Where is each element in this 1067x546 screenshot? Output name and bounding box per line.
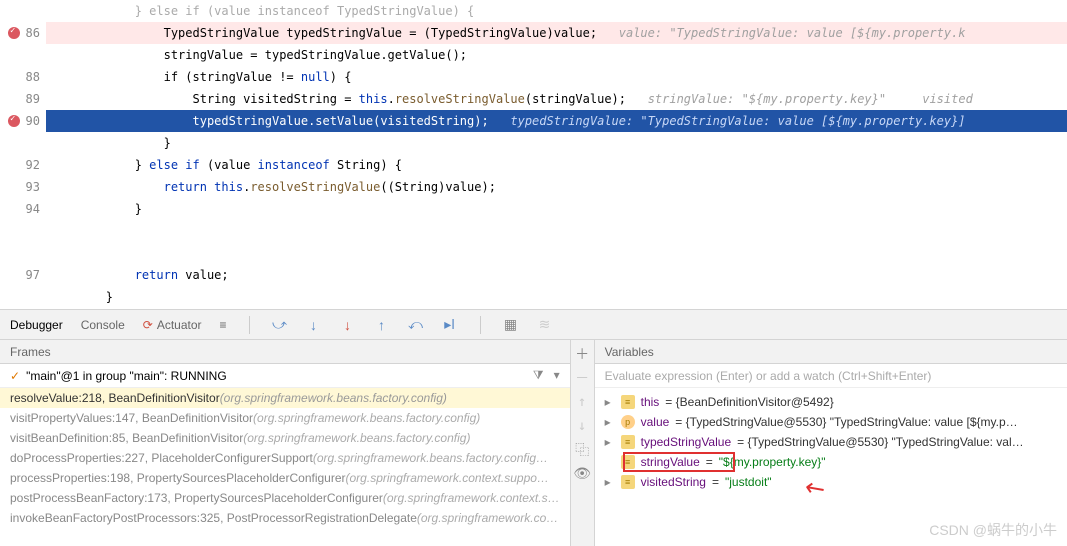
variable-row[interactable]: ▸≡visitedString = "justdoit": [595, 472, 1067, 492]
step-out-icon[interactable]: ↑: [374, 317, 390, 333]
variable-row[interactable]: ▸≡this = {BeanDefinitionVisitor@5492}: [595, 392, 1067, 412]
execution-line: typedStringValue.setValue(visitedString)…: [46, 110, 1067, 132]
code-line: [46, 220, 1067, 242]
variable-row[interactable]: ▸≡typedStringValue = {TypedStringValue@5…: [595, 432, 1067, 452]
gutter-row: 93: [0, 176, 46, 198]
debug-columns: Frames ✓"main"@1 in group "main": RUNNIN…: [0, 340, 1067, 546]
gutter-row: [0, 132, 46, 154]
force-step-into-icon[interactable]: ↓: [340, 317, 356, 333]
variables-header: Variables: [595, 340, 1067, 364]
breakpoint-icon[interactable]: [8, 115, 20, 127]
code-line: }: [46, 132, 1067, 154]
gutter-row: 92: [0, 154, 46, 176]
code-area[interactable]: } else if (value instanceof TypedStringV…: [46, 0, 1067, 309]
watches-icon[interactable]: 👁: [574, 466, 590, 482]
gutter-row: 86: [0, 22, 46, 44]
frame-list[interactable]: resolveValue:218, BeanDefinitionVisitor …: [0, 388, 570, 546]
thread-selector[interactable]: ✓"main"@1 in group "main": RUNNING ⧩ ▾: [0, 364, 570, 388]
frames-column: Frames ✓"main"@1 in group "main": RUNNIN…: [0, 340, 571, 546]
trace-icon[interactable]: ≋: [537, 317, 553, 333]
copy-icon[interactable]: ⿻: [574, 442, 590, 458]
code-line: } else if (value instanceof String) {: [46, 154, 1067, 176]
frames-header: Frames: [0, 340, 570, 364]
code-line: TypedStringValue typedStringValue = (Typ…: [46, 22, 1067, 44]
gutter-row: [0, 242, 46, 264]
tab-actuator[interactable]: ⟳Actuator: [143, 318, 202, 332]
tab-more[interactable]: ≡: [220, 318, 227, 332]
gutter-row: 97: [0, 264, 46, 286]
evaluate-icon[interactable]: ▦: [503, 317, 519, 333]
check-icon: ✓: [10, 369, 20, 383]
breakpoint-icon[interactable]: [8, 27, 20, 39]
stack-frame[interactable]: visitBeanDefinition:85, BeanDefinitionVi…: [0, 428, 570, 448]
code-line: [46, 242, 1067, 264]
code-line: }: [46, 286, 1067, 308]
watermark: CSDN @蜗牛的小牛: [929, 520, 1057, 540]
vars-sidebar: ＋ － ↑ ↓ ⿻ 👁: [571, 340, 595, 546]
code-line: return this.resolveStringValue((String)v…: [46, 176, 1067, 198]
variable-row[interactable]: ≡stringValue = "${my.property.key}": [595, 452, 1067, 472]
remove-watch-icon[interactable]: －: [574, 370, 590, 386]
code-line: stringValue = typedStringValue.getValue(…: [46, 44, 1067, 66]
stack-frame[interactable]: invokeBeanFactoryPostProcessors:325, Pos…: [0, 508, 570, 528]
gutter-row: [0, 44, 46, 66]
gutter-row: [0, 0, 46, 22]
dropdown-icon[interactable]: ▾: [554, 368, 560, 383]
debug-panel: Debugger Console ⟳Actuator ≡ ⤻ ↓ ↓ ↑ ⤺ ▸…: [0, 310, 1067, 546]
tab-console[interactable]: Console: [81, 318, 125, 332]
stack-frame[interactable]: postProcessBeanFactory:173, PropertySour…: [0, 488, 570, 508]
gutter-row: [0, 286, 46, 308]
code-line: if (stringValue != null) {: [46, 66, 1067, 88]
stack-frame[interactable]: visitPropertyValues:147, BeanDefinitionV…: [0, 408, 570, 428]
stack-frame[interactable]: resolveValue:218, BeanDefinitionVisitor …: [0, 388, 570, 408]
tab-debugger[interactable]: Debugger: [10, 318, 63, 332]
code-line: return value;: [46, 264, 1067, 286]
add-watch-icon[interactable]: ＋: [574, 346, 590, 362]
gutter-row: 90: [0, 110, 46, 132]
code-editor: 86 88 89 90 92 93 94 97 } else if (value…: [0, 0, 1067, 310]
separator: [480, 316, 481, 334]
stack-frame[interactable]: doProcessProperties:227, PlaceholderConf…: [0, 448, 570, 468]
evaluate-input[interactable]: Evaluate expression (Enter) or add a wat…: [595, 364, 1067, 388]
variables-column: Variables Evaluate expression (Enter) or…: [595, 340, 1067, 546]
separator: [249, 316, 250, 334]
code-line: String visitedString = this.resolveStrin…: [46, 88, 1067, 110]
code-line: }: [46, 198, 1067, 220]
drop-frame-icon[interactable]: ⤺: [408, 317, 424, 333]
stack-frame[interactable]: processProperties:198, PropertySourcesPl…: [0, 468, 570, 488]
gutter-row: 89: [0, 88, 46, 110]
gutter-row: [0, 220, 46, 242]
step-over-icon[interactable]: ⤻: [272, 317, 288, 333]
step-into-icon[interactable]: ↓: [306, 317, 322, 333]
down-icon[interactable]: ↓: [574, 418, 590, 434]
gutter: 86 88 89 90 92 93 94 97: [0, 0, 46, 309]
gutter-row: 88: [0, 66, 46, 88]
gutter-row: 94: [0, 198, 46, 220]
debug-tabbar: Debugger Console ⟳Actuator ≡ ⤻ ↓ ↓ ↑ ⤺ ▸…: [0, 310, 1067, 340]
variable-row[interactable]: ▸pvalue = {TypedStringValue@5530} "Typed…: [595, 412, 1067, 432]
code-line: } else if (value instanceof TypedStringV…: [46, 0, 1067, 22]
filter-icon[interactable]: ⧩: [533, 368, 544, 383]
up-icon[interactable]: ↑: [574, 394, 590, 410]
run-to-cursor-icon[interactable]: ▸ǀ: [442, 317, 458, 333]
